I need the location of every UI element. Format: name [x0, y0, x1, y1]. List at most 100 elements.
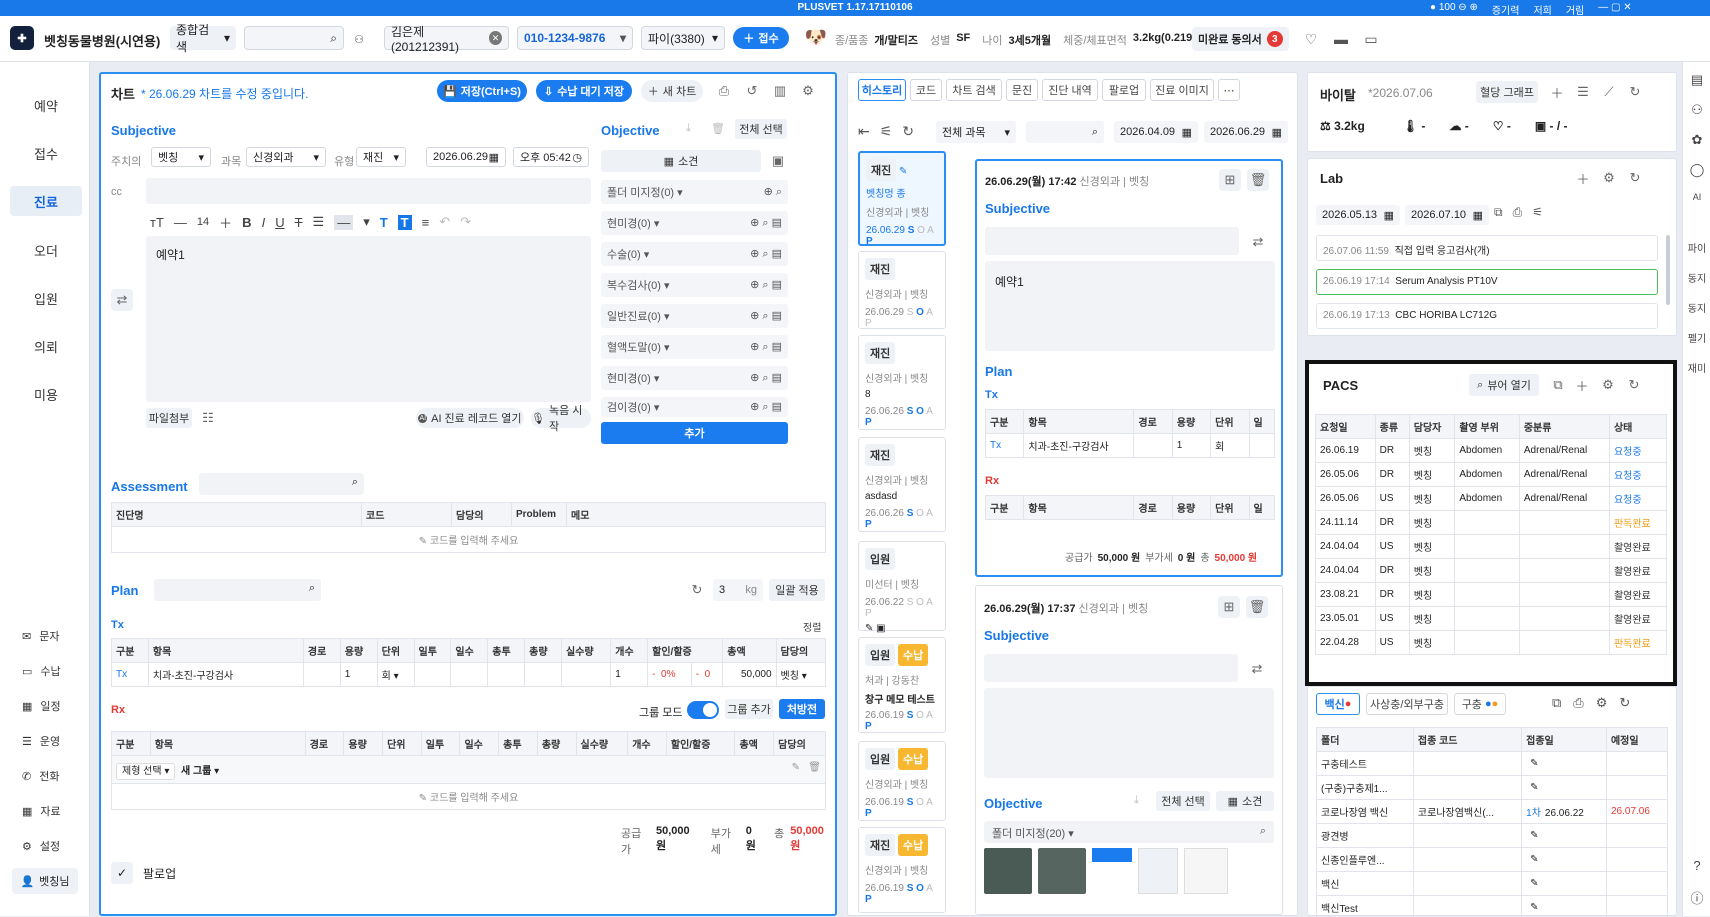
thumbnail-image[interactable] — [1138, 848, 1178, 894]
vaccine-row[interactable]: 광견병✎ — [1317, 824, 1668, 848]
pacs-row[interactable]: 24.11.14DR벳칭판독완료 — [1316, 511, 1667, 535]
nav-grooming[interactable]: 미용 — [10, 379, 82, 409]
nav-data[interactable]: ▦자료 — [22, 801, 61, 821]
nav-referral[interactable]: 의뢰 — [10, 331, 82, 361]
plan-kg-input[interactable]: 3kg — [713, 579, 763, 601]
history-search[interactable]: ⌕ — [1026, 121, 1104, 143]
select-all-button[interactable]: 전체 선택 — [735, 119, 787, 139]
swap-icon[interactable]: ⇄ — [111, 289, 133, 311]
plan-search[interactable]: ⌕ — [154, 579, 321, 601]
nav-reservation[interactable]: 예약 — [10, 90, 82, 120]
search-user-icon[interactable]: ⚇ — [1683, 102, 1710, 118]
copy-icon[interactable]: ⧉ — [1547, 374, 1569, 396]
collapse-icon[interactable]: ⇤ — [858, 123, 870, 140]
trash-icon[interactable]: 🗑 — [711, 122, 725, 135]
obj-row[interactable]: 폴더 미지정(0) ▾⊕ ⌕ — [601, 180, 788, 204]
user-search-icon[interactable]: ⚇ — [350, 30, 368, 48]
vaccine-row[interactable]: 신종인플루엔...✎ — [1317, 848, 1668, 872]
text-color-icon[interactable]: T — [380, 215, 388, 230]
refresh-icon[interactable]: ↻ — [1624, 167, 1646, 189]
obj-row[interactable]: 검이경(0) ▾⊕ ⌕ ▤ — [601, 397, 788, 417]
assessment-input[interactable]: ✎ 코드를 입력해 주세요 — [112, 527, 826, 553]
filter-icon[interactable]: ⚟ — [880, 123, 893, 140]
pacs-row[interactable]: 26.06.19DR벳칭AbdomenAdrenal/Renal요청중 — [1316, 439, 1667, 463]
redo-icon[interactable]: ↷ — [460, 214, 471, 230]
nav-operation[interactable]: ☰운영 — [22, 731, 60, 751]
bold-icon[interactable]: B — [242, 215, 251, 230]
plus-icon[interactable]: ＋ — [1572, 167, 1594, 189]
rightbar-item[interactable]: 동지 — [1683, 300, 1710, 315]
record-button[interactable]: 🎙녹음 시작 — [531, 408, 591, 428]
lab-from[interactable]: 2026.05.13▦ — [1316, 205, 1400, 225]
tab-followup[interactable]: 팔로업 — [1102, 79, 1146, 101]
new-chart-button[interactable]: ＋ 새 차트 — [641, 80, 703, 102]
ai-record-button[interactable]: AIAI 진료 레코드 열기 — [416, 408, 524, 428]
swap-icon[interactable]: ⇄ — [1247, 231, 1269, 253]
plus-icon[interactable]: ＋ — [1546, 81, 1568, 103]
thumbnail-image[interactable] — [984, 848, 1032, 894]
chart-icon[interactable]: ⟋ — [1598, 81, 1620, 103]
zoom-level[interactable]: ● 100 ⊖ ⊕ — [1430, 2, 1478, 17]
list-icon[interactable]: ☰ — [1572, 81, 1594, 103]
help-icon[interactable]: ? — [1683, 858, 1710, 873]
from-date[interactable]: 2026.04.09▦ — [1114, 121, 1198, 143]
scrollbar[interactable] — [1666, 235, 1670, 305]
copy-icon[interactable]: ⊞ — [1219, 169, 1241, 191]
save-button[interactable]: 💾 저장(Ctrl+S) — [437, 80, 527, 102]
pacs-row[interactable]: 24.04.04US벳칭촬영완료 — [1316, 535, 1667, 559]
paw-icon[interactable]: ✿ — [1683, 132, 1710, 148]
swap-icon[interactable]: ⇄ — [1246, 658, 1268, 680]
nav-reception[interactable]: 접수 — [10, 138, 82, 168]
italic-icon[interactable]: I — [262, 215, 266, 230]
glucose-graph-button[interactable]: 혈당 그래프 — [1476, 81, 1538, 103]
user-card-icon[interactable]: ▤ — [1683, 72, 1710, 88]
history-icon[interactable]: ↺ — [741, 80, 763, 102]
doctor-select[interactable]: 벳칭▾ — [151, 147, 211, 167]
search-input[interactable]: ⌕ — [244, 26, 344, 50]
more-icon[interactable]: ⋯ — [1218, 79, 1240, 101]
pacs-row[interactable]: 22.04.28US벳칭판독완료 — [1316, 631, 1667, 655]
title-item-3[interactable]: 거림 — [1566, 2, 1584, 17]
group-add-button[interactable]: 그룹 추가 — [725, 699, 773, 719]
vaccine-row[interactable]: 구충테스트✎ — [1317, 752, 1668, 776]
tab-heartworm[interactable]: 사상충/외부구충 — [1366, 693, 1448, 715]
cc-input[interactable] — [146, 178, 591, 204]
add-button[interactable]: 추가 — [601, 422, 788, 444]
minus-icon[interactable]: — — [174, 215, 187, 230]
assessment-search[interactable]: ⌕ — [199, 473, 364, 495]
client-field[interactable]: 김은제(201212391)✕ — [384, 26, 509, 50]
obj-row[interactable]: 현미경(0) ▾⊕ ⌕ ▤ — [601, 366, 788, 390]
history-card[interactable]: 재진신경외과 | 벳칭asdasd26.06.26 S O A P — [858, 437, 946, 532]
bulk-apply-button[interactable]: 일괄 적용 — [769, 579, 825, 601]
tab-code[interactable]: 코드 — [910, 79, 942, 101]
sort-button[interactable]: 정렬 — [803, 619, 821, 634]
list-icon[interactable]: ☰ — [313, 214, 325, 230]
rx-input[interactable]: ✎ 코드를 입력해 주세요 — [112, 784, 826, 810]
trash-icon[interactable]: 🗑 — [1247, 169, 1269, 191]
to-date[interactable]: 2026.06.29▦ — [1204, 121, 1288, 143]
tab-history[interactable]: 히스토리 — [858, 79, 906, 101]
window-controls[interactable]: — ▢ ✕ — [1598, 2, 1631, 17]
rx-group-row[interactable]: 제형 선택 ▾ 새 그룹 ▾✎ 🗑 — [112, 756, 826, 784]
history-card[interactable]: 입원 수납처과 | 강동찬창구 메모 테스트26.06.19 S O A P — [858, 637, 946, 733]
tab-images[interactable]: 진료 이미지 — [1150, 79, 1214, 101]
refresh-icon[interactable]: ↻ — [1624, 81, 1646, 103]
lab-row[interactable]: 26.06.19 17:13 CBC HORIBA LC712G — [1316, 303, 1658, 329]
undo-icon[interactable]: ↶ — [439, 214, 450, 230]
followup-row[interactable]: ✓팔로업 — [111, 862, 176, 884]
download-icon[interactable]: ⤓ — [686, 122, 691, 135]
nav-payment[interactable]: ▭수납 — [22, 661, 61, 681]
group-mode-toggle[interactable] — [687, 701, 719, 719]
title-item-2[interactable]: 저희 — [1533, 2, 1551, 17]
gear-icon[interactable]: ⚙ — [1596, 695, 1608, 711]
nav-order[interactable]: 오더 — [10, 235, 82, 265]
pacs-row[interactable]: 26.05.06DR벳칭AbdomenAdrenal/Renal요청중 — [1316, 463, 1667, 487]
title-item-1[interactable]: 증기력 — [1492, 2, 1520, 17]
obj-row[interactable]: 혈액도말(0) ▾⊕ ⌕ ▤ — [601, 335, 788, 359]
rightbar-item[interactable]: 재미 — [1683, 360, 1710, 375]
refresh-icon[interactable]: ↻ — [1619, 695, 1630, 711]
font-size[interactable]: 14 — [197, 216, 209, 228]
list-icon[interactable]: ☷ — [197, 407, 219, 429]
nav-settings[interactable]: ⚙설정 — [22, 836, 60, 856]
nav-treatment[interactable]: 진료 — [10, 186, 82, 216]
